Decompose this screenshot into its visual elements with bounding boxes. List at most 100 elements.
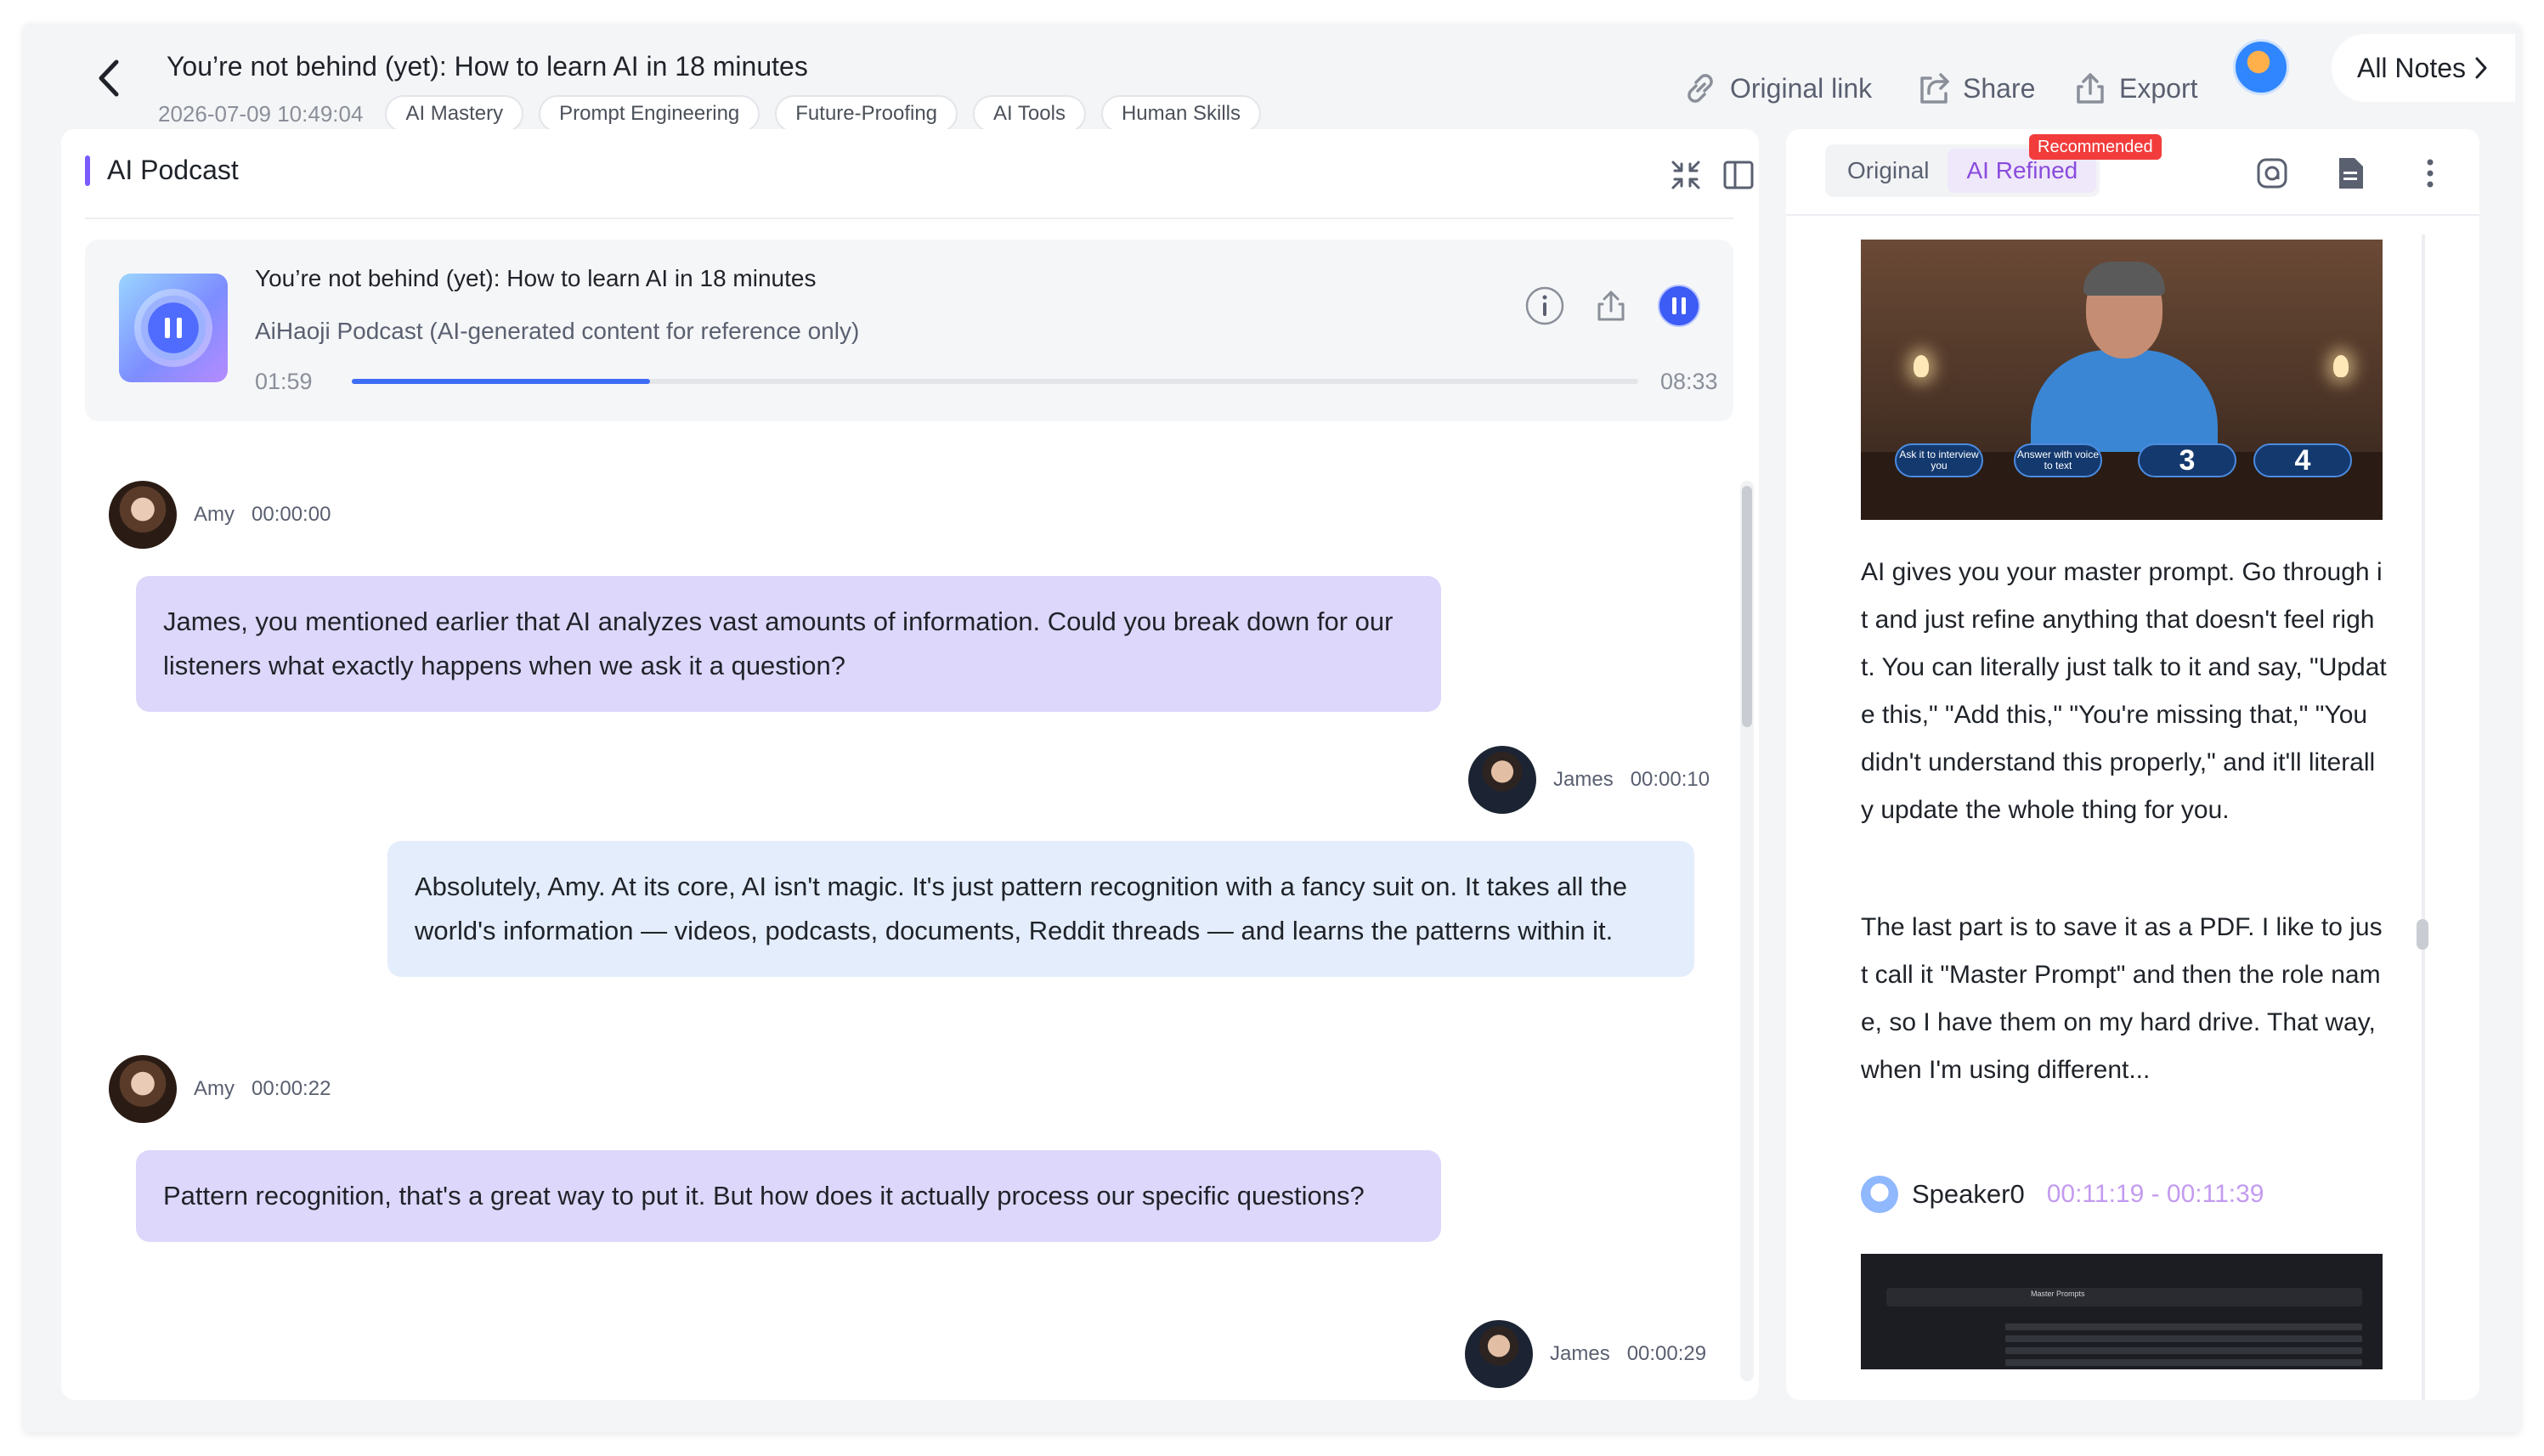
- video-label: 3: [2138, 443, 2236, 477]
- pause-circle-icon: [1658, 285, 1700, 327]
- message-bubble: Absolutely, Amy. At its core, AI isn't m…: [387, 841, 1694, 977]
- recommended-badge: Recommended: [2029, 134, 2162, 160]
- file-row: [2005, 1347, 2362, 1354]
- original-link-label: Original link: [1730, 72, 1873, 104]
- scrollbar-thumb[interactable]: [1742, 486, 1752, 727]
- audio-player: You’re not behind (yet): How to learn AI…: [85, 240, 1733, 421]
- timestamp[interactable]: 00:00:10: [1631, 768, 1710, 792]
- user-avatar[interactable]: [2233, 39, 2289, 95]
- page-title: You’re not behind (yet): How to learn AI…: [167, 51, 808, 82]
- refined-paragraph: AI gives you your master prompt. Go thro…: [1861, 558, 2387, 824]
- back-button[interactable]: [85, 48, 133, 109]
- file-row: [2005, 1323, 2362, 1330]
- podcast-cover[interactable]: [119, 274, 228, 382]
- window-titlebar: [1886, 1288, 2362, 1306]
- collapse-icon: [1671, 161, 1700, 189]
- tag-chip[interactable]: AI Mastery: [385, 95, 524, 133]
- player-subtitle: AiHaoji Podcast (AI-generated content fo…: [255, 318, 860, 344]
- document-button[interactable]: [2330, 153, 2371, 194]
- timestamp[interactable]: 00:00:29: [1627, 1342, 1706, 1366]
- speaker-name: James: [1553, 768, 1614, 791]
- panel-divider: [1786, 214, 2479, 216]
- speaker-name: Speaker0: [1912, 1179, 2025, 1209]
- share-icon: [1920, 73, 1949, 104]
- avatar: [1465, 1320, 1533, 1388]
- video-thumbnail[interactable]: Ask it to interview you Answer with voic…: [1861, 240, 2383, 520]
- info-button[interactable]: [1523, 284, 1567, 328]
- sidebar-icon: [1723, 161, 1754, 189]
- progress-fill: [352, 379, 651, 384]
- speaker-row: Amy 00:00:00: [109, 481, 331, 549]
- player-title: You’re not behind (yet): How to learn AI…: [255, 265, 817, 291]
- chevron-left-icon: [99, 59, 119, 97]
- avatar: [1468, 746, 1536, 814]
- all-notes-button[interactable]: All Notes: [2332, 34, 2515, 102]
- share-episode-button[interactable]: [1589, 284, 1633, 328]
- podcast-panel: AI Podcast You’re not behind (yet): How …: [61, 129, 1759, 1400]
- ai-assist-button[interactable]: [2252, 153, 2292, 194]
- collapse-button[interactable]: [1665, 155, 1706, 195]
- tag-chip[interactable]: AI Tools: [973, 95, 1086, 133]
- export-icon: [2077, 73, 2104, 104]
- message-bubble: Pattern recognition, that's a great way …: [136, 1150, 1441, 1242]
- file-row: [2005, 1335, 2362, 1342]
- notes-scrollbar[interactable]: [2422, 234, 2425, 1400]
- speaker-row: Amy 00:00:22: [109, 1055, 331, 1123]
- speaker-row: James 00:00:10: [1468, 746, 1710, 814]
- tag-chip[interactable]: Prompt Engineering: [539, 95, 760, 133]
- lamp-light: [1914, 355, 1929, 377]
- video-label: 4: [2253, 443, 2352, 477]
- info-icon: [1525, 286, 1564, 325]
- chevron-right-icon: [2475, 57, 2487, 79]
- all-notes-label: All Notes: [2356, 52, 2467, 83]
- panel-header: AI Podcast: [85, 155, 239, 186]
- app-window: You’re not behind (yet): How to learn AI…: [24, 24, 2520, 1432]
- pause-button[interactable]: [1657, 284, 1701, 328]
- speaker-time-range[interactable]: 00:11:19 - 00:11:39: [2047, 1180, 2264, 1209]
- export-button[interactable]: Export: [2072, 65, 2197, 112]
- timestamp[interactable]: 00:00:22: [252, 1077, 331, 1101]
- progress-bar[interactable]: [352, 379, 1638, 384]
- notes-panel: Original AI Refined Recommended Ask it t…: [1786, 129, 2479, 1400]
- more-vertical-icon: [2427, 159, 2434, 188]
- speaker-avatar-icon: [1861, 1176, 1898, 1213]
- tag-chip[interactable]: Future-Proofing: [775, 95, 958, 133]
- refined-paragraph: The last part is to save it as a PDF. I …: [1861, 913, 2383, 1084]
- scrollbar-thumb[interactable]: [2417, 919, 2428, 950]
- note-date: 2026-07-09 10:49:04: [158, 100, 364, 127]
- speaker-name: James: [1550, 1342, 1610, 1365]
- video-thumbnail[interactable]: Master Prompts: [1861, 1254, 2383, 1369]
- panel-divider: [85, 217, 1733, 219]
- pause-icon: [165, 318, 182, 338]
- accent-bar: [85, 155, 90, 186]
- speaker-row: James 00:00:29: [1465, 1320, 1706, 1388]
- export-label: Export: [2119, 72, 2198, 104]
- current-time: 01:59: [255, 369, 313, 394]
- timestamp[interactable]: 00:00:00: [252, 503, 331, 527]
- ai-assist-icon: [2257, 158, 2287, 189]
- speaker-name: Amy: [194, 503, 235, 526]
- duration: 08:33: [1660, 369, 1718, 394]
- avatar: [109, 481, 177, 549]
- avatar: [109, 1055, 177, 1123]
- video-label: Ask it to interview you: [1895, 443, 1983, 477]
- document-icon: [2339, 158, 2363, 189]
- lamp-light: [2333, 355, 2349, 377]
- video-window-title: Master Prompts: [2031, 1290, 2085, 1298]
- share-label: Share: [1963, 72, 2036, 104]
- speaker-name: Amy: [194, 1077, 235, 1100]
- sidebar-toggle-button[interactable]: [1718, 155, 1759, 195]
- upload-icon: [1597, 291, 1625, 321]
- speaker-header: Speaker0 00:11:19 - 00:11:39: [1861, 1176, 2264, 1213]
- video-label: Answer with voice to text: [2014, 443, 2102, 477]
- file-row: [2005, 1359, 2362, 1366]
- meta-row: 2026-07-09 10:49:04 AI Mastery Prompt En…: [158, 95, 1261, 133]
- tab-original[interactable]: Original: [1829, 149, 1948, 193]
- share-button[interactable]: Share: [1915, 65, 2035, 112]
- more-button[interactable]: [2410, 153, 2451, 194]
- message-bubble: James, you mentioned earlier that AI ana…: [136, 576, 1441, 712]
- original-link-button[interactable]: Original link: [1681, 65, 1872, 112]
- panel-title: AI Podcast: [107, 155, 239, 185]
- tag-chip[interactable]: Human Skills: [1100, 95, 1261, 133]
- link-icon: [1688, 74, 1713, 103]
